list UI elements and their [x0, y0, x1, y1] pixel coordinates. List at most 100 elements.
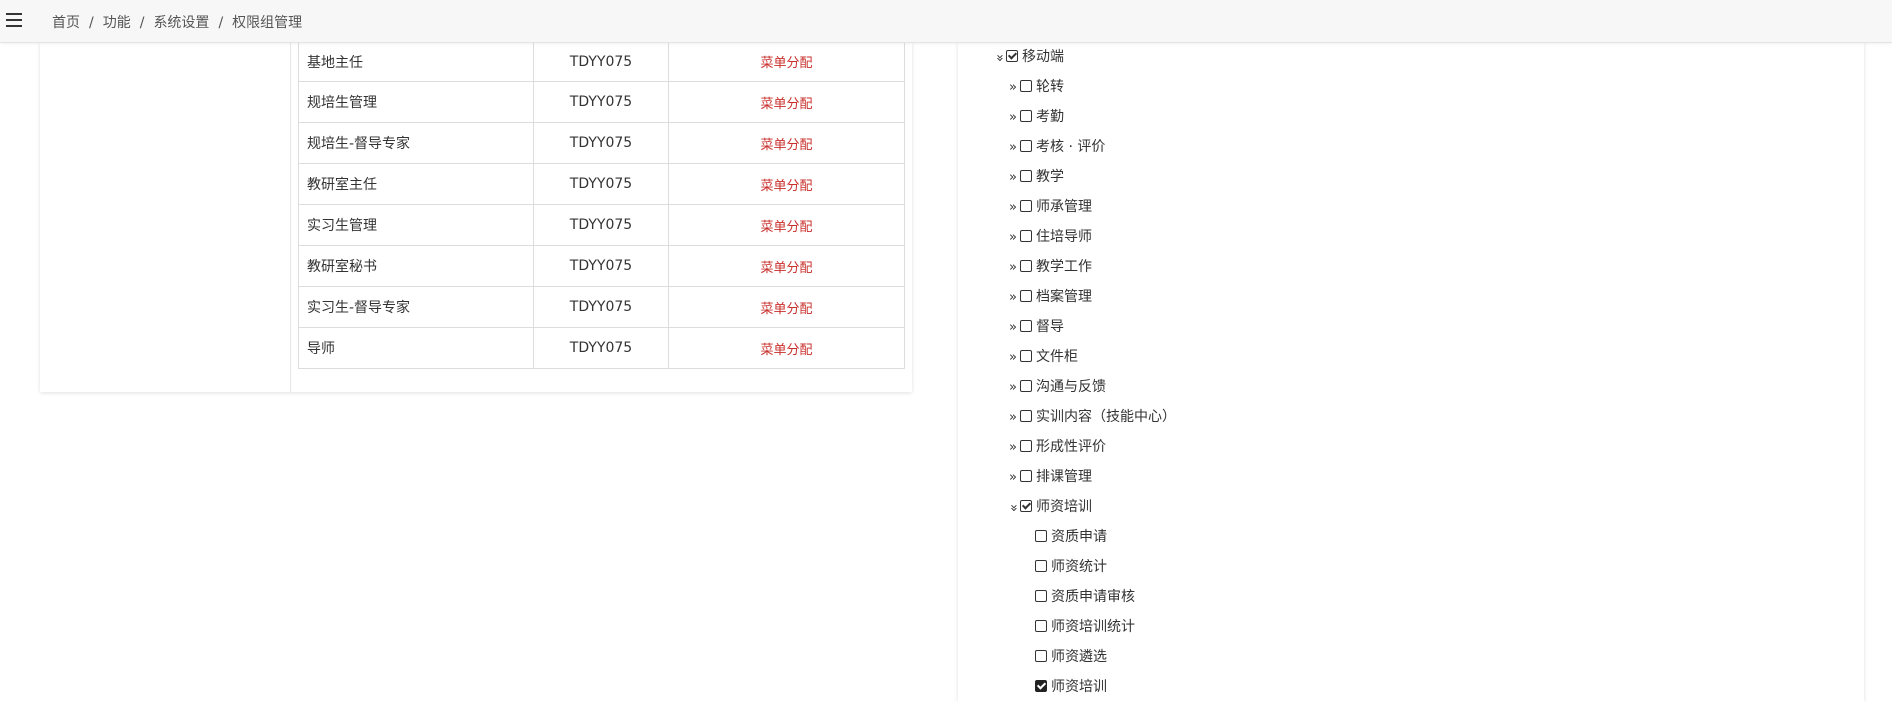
double-chevron-right-icon[interactable]: » [1007, 378, 1019, 398]
tree-checkbox[interactable] [1020, 110, 1032, 122]
double-chevron-right-icon[interactable]: » [1007, 438, 1019, 458]
role-name-cell: 规培生管理 [298, 81, 534, 123]
tree-node[interactable]: » 排课管理 [1007, 467, 1092, 487]
tree-checkbox[interactable] [1020, 350, 1032, 362]
menu-assign-link[interactable]: 菜单分配 [760, 138, 812, 153]
double-chevron-right-icon[interactable]: » [1007, 108, 1019, 128]
tree-node[interactable]: » 档案管理 [1007, 287, 1092, 307]
tree-checkbox[interactable] [1020, 380, 1032, 392]
menu-assign-link[interactable]: 菜单分配 [760, 302, 812, 317]
tree-node[interactable]: 资质申请 [1034, 527, 1107, 547]
double-chevron-right-icon[interactable]: » [1007, 168, 1019, 188]
tree-checkbox[interactable] [1020, 260, 1032, 272]
breadcrumb-separator: / [89, 15, 94, 31]
tree-checkbox[interactable] [1020, 470, 1032, 482]
tree-checkbox[interactable] [1035, 680, 1047, 692]
tree-node[interactable]: 师资培训统计 [1034, 617, 1135, 637]
menu-assign-link[interactable]: 菜单分配 [760, 56, 812, 71]
role-code-cell: TDYY075 [533, 204, 669, 246]
tree-node[interactable]: » 督导 [1007, 317, 1064, 337]
breadcrumb-home[interactable]: 首页 [52, 15, 80, 31]
tree-node[interactable]: » 教学 [1007, 167, 1064, 187]
tree-checkbox[interactable] [1020, 500, 1032, 512]
tree-node[interactable]: » 文件柜 [1007, 347, 1078, 367]
tree-node-label[interactable]: 考核 · 评价 [1036, 139, 1105, 155]
double-chevron-right-icon[interactable]: » [1007, 138, 1019, 158]
tree-checkbox[interactable] [1035, 530, 1047, 542]
double-chevron-right-icon[interactable]: » [1007, 78, 1019, 98]
tree-node[interactable]: » 师承管理 [1007, 197, 1092, 217]
tree-node-label[interactable]: 形成性评价 [1036, 439, 1106, 455]
tree-checkbox[interactable] [1020, 230, 1032, 242]
tree-checkbox[interactable] [1020, 80, 1032, 92]
tree-node-label[interactable]: 督导 [1036, 319, 1064, 335]
tree-node-label[interactable]: 沟通与反馈 [1036, 379, 1106, 395]
tree-node[interactable]: » 住培导师 [1007, 227, 1092, 247]
menu-assign-link[interactable]: 菜单分配 [760, 343, 812, 358]
tree-node-label[interactable]: 师资统计 [1051, 559, 1107, 575]
tree-node[interactable]: » 移动端 [992, 47, 1064, 67]
tree-node-label[interactable]: 考勤 [1036, 109, 1064, 125]
tree-node-label[interactable]: 师资遴选 [1051, 649, 1107, 665]
tree-checkbox[interactable] [1035, 560, 1047, 572]
tree-checkbox[interactable] [1020, 290, 1032, 302]
tree-node[interactable]: » 考勤 [1007, 107, 1064, 127]
tree-node-label[interactable]: 文件柜 [1036, 349, 1078, 365]
tree-checkbox[interactable] [1020, 140, 1032, 152]
double-chevron-right-icon[interactable]: » [1007, 318, 1019, 338]
tree-checkbox[interactable] [1020, 170, 1032, 182]
tree-node[interactable]: » 实训内容（技能中心） [1007, 407, 1176, 427]
tree-node-label[interactable]: 师资培训统计 [1051, 619, 1135, 635]
tree-node[interactable]: » 形成性评价 [1007, 437, 1106, 457]
tree-node-label[interactable]: 师承管理 [1036, 199, 1092, 215]
double-chevron-right-icon[interactable]: » [1007, 198, 1019, 218]
tree-node[interactable]: 师资统计 [1034, 557, 1107, 577]
tree-node-label[interactable]: 轮转 [1036, 79, 1064, 95]
double-chevron-right-icon[interactable]: » [1007, 258, 1019, 278]
tree-node-label[interactable]: 资质申请 [1051, 529, 1107, 545]
tree-checkbox[interactable] [1020, 440, 1032, 452]
menu-assign-link[interactable]: 菜单分配 [760, 220, 812, 235]
tree-checkbox[interactable] [1035, 590, 1047, 602]
table-row: 基地主任 TDYY075 菜单分配 [298, 42, 905, 82]
table-row: 规培生-督导专家 TDYY075 菜单分配 [298, 122, 905, 164]
tree-node[interactable]: 师资培训 [1034, 677, 1107, 697]
double-chevron-right-icon[interactable]: » [1007, 228, 1019, 248]
menu-assign-link[interactable]: 菜单分配 [760, 179, 812, 194]
tree-node-label[interactable]: 住培导师 [1036, 229, 1092, 245]
tree-checkbox[interactable] [1020, 410, 1032, 422]
menu-assign-link[interactable]: 菜单分配 [760, 261, 812, 276]
tree-node[interactable]: » 考核 · 评价 [1007, 137, 1105, 157]
table-row: 实习生管理 TDYY075 菜单分配 [298, 204, 905, 246]
tree-node[interactable]: 师资遴选 [1034, 647, 1107, 667]
hamburger-menu-icon[interactable] [6, 13, 22, 27]
tree-node-label[interactable]: 教学 [1036, 169, 1064, 185]
tree-node-label[interactable]: 实训内容（技能中心） [1036, 409, 1176, 425]
tree-node[interactable]: » 沟通与反馈 [1007, 377, 1106, 397]
double-chevron-right-icon[interactable]: » [1007, 468, 1019, 488]
tree-node[interactable]: 资质申请审核 [1034, 587, 1135, 607]
tree-checkbox[interactable] [1020, 200, 1032, 212]
menu-tree-panel: » 移动端» 轮转» 考勤» 考核 · 评价» 教学» 师承管理» 住培导师» 教学工作» 档案管… [958, 42, 1864, 702]
breadcrumb-current-page: 权限组管理 [232, 15, 303, 31]
breadcrumb-function[interactable]: 功能 [103, 15, 131, 31]
tree-node[interactable]: » 教学工作 [1007, 257, 1092, 277]
tree-checkbox[interactable] [1035, 620, 1047, 632]
tree-node-label[interactable]: 排课管理 [1036, 469, 1092, 485]
double-chevron-right-icon[interactable]: » [1007, 348, 1019, 368]
tree-node-label[interactable]: 档案管理 [1036, 289, 1092, 305]
tree-node-label[interactable]: 资质申请审核 [1051, 589, 1135, 605]
tree-node-label[interactable]: 移动端 [1022, 49, 1064, 65]
tree-checkbox[interactable] [1020, 320, 1032, 332]
tree-node[interactable]: » 轮转 [1007, 77, 1064, 97]
tree-node-label[interactable]: 师资培训 [1036, 499, 1092, 515]
double-chevron-right-icon[interactable]: » [1007, 408, 1019, 428]
tree-node-label[interactable]: 师资培训 [1051, 679, 1107, 695]
tree-node[interactable]: » 师资培训 [1006, 497, 1092, 517]
double-chevron-right-icon[interactable]: » [1007, 288, 1019, 308]
tree-checkbox[interactable] [1006, 50, 1018, 62]
tree-checkbox[interactable] [1035, 650, 1047, 662]
tree-node-label[interactable]: 教学工作 [1036, 259, 1092, 275]
breadcrumb-system-settings[interactable]: 系统设置 [153, 15, 209, 31]
menu-assign-link[interactable]: 菜单分配 [760, 97, 812, 112]
